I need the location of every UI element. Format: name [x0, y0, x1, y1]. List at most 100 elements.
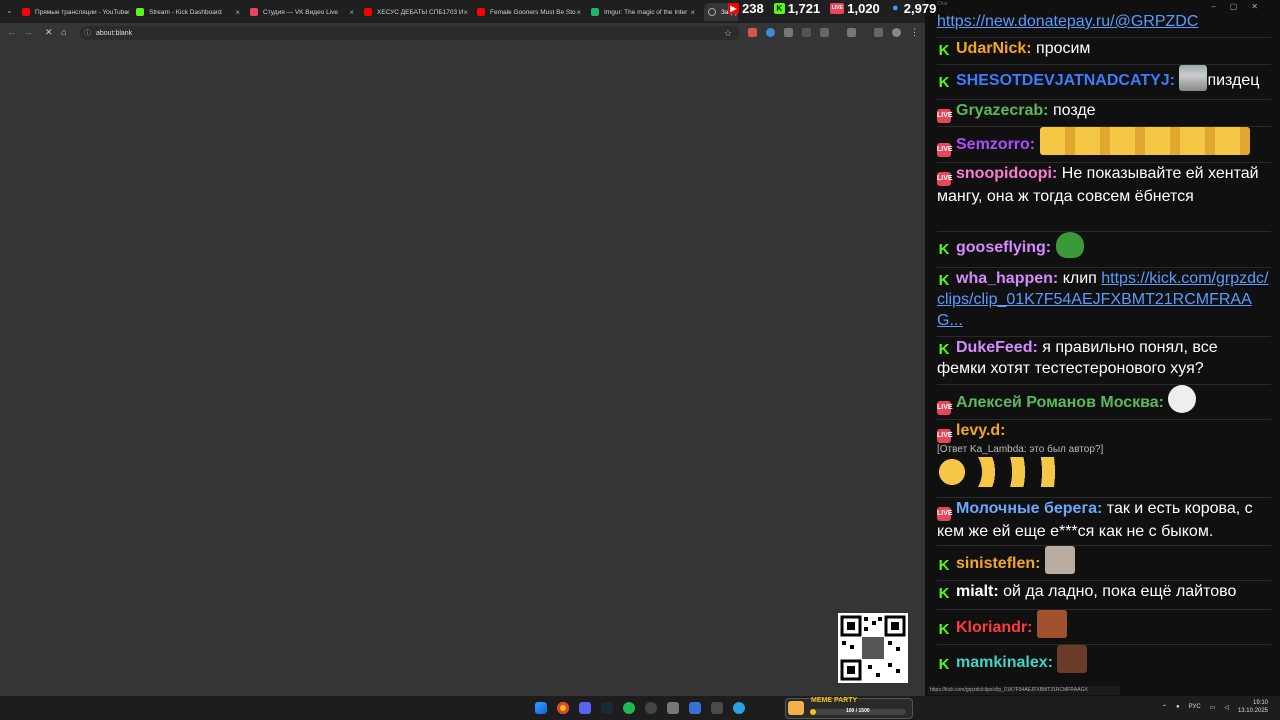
- chat-message: LIVE snoopidoopi: Не показывайте ей хента…: [937, 162, 1271, 207]
- chat-username[interactable]: Semzorro:: [956, 136, 1035, 153]
- chevron-up-icon[interactable]: ⌃: [1162, 704, 1167, 711]
- chat-username[interactable]: snoopidoopi:: [956, 165, 1057, 182]
- extension-icon[interactable]: [748, 28, 757, 37]
- stop-icon[interactable]: ✕: [45, 27, 53, 38]
- tab-kick[interactable]: Stream - Kick Dashboard ×: [136, 3, 242, 21]
- windows-start-icon[interactable]: [535, 702, 547, 714]
- chat-message: LIVE Semzorro:: [937, 126, 1271, 157]
- network-icon[interactable]: ▭: [1210, 704, 1216, 711]
- chat-username[interactable]: Gryazecrab:: [956, 102, 1049, 119]
- bookmark-star-icon[interactable]: ☆: [724, 28, 732, 39]
- tab-youtube[interactable]: Прямые трансляции - YouTube ×: [22, 3, 132, 21]
- close-icon[interactable]: ×: [125, 8, 130, 17]
- meme-party-title: MEME PARTY: [811, 697, 858, 704]
- vk-live-icon: LIVE: [937, 109, 953, 123]
- telegram-icon[interactable]: [733, 702, 745, 714]
- person-icon: ●: [891, 2, 899, 14]
- donate-link[interactable]: https://new.donatepay.ru/@GRPZDC: [937, 13, 1198, 30]
- tab-debates[interactable]: ХЕСУС ДЕБАТЫ СПБ1703 И ×: [364, 3, 470, 21]
- chat-panel: Chat –▢✕ https://new.donatepay.ru/@GRPZD…: [925, 0, 1280, 696]
- kick-icon: K: [938, 656, 950, 673]
- stat-count: 1,020: [847, 1, 880, 16]
- app-icon[interactable]: [711, 702, 723, 714]
- microphone-icon[interactable]: ●: [1176, 704, 1180, 710]
- address-bar[interactable]: ⓘ about:blank ☆: [80, 26, 740, 40]
- tab-title: Female Gooners Must Be Sto: [490, 8, 576, 16]
- kick-icon: K: [938, 557, 950, 574]
- tab-title: Imgur: The magic of the Inter: [604, 8, 688, 16]
- chat-username[interactable]: UdarNick:: [956, 40, 1032, 57]
- vk-live-icon: LIVE: [937, 429, 953, 443]
- obs-icon[interactable]: [645, 702, 657, 714]
- vk-icon: [250, 8, 258, 16]
- site-info-icon[interactable]: ⓘ: [84, 28, 91, 38]
- clock[interactable]: 19:10 13.10.2025: [1238, 699, 1268, 715]
- window-controls[interactable]: –▢✕: [1211, 2, 1272, 11]
- kick-icon: K: [938, 74, 950, 91]
- chat-username[interactable]: Молочные берега:: [956, 500, 1102, 517]
- chat-username[interactable]: levy.d:: [956, 422, 1006, 439]
- chat-username[interactable]: mamkinalex:: [956, 654, 1053, 671]
- spotify-icon[interactable]: [623, 702, 635, 714]
- extension-icon[interactable]: [802, 28, 811, 37]
- chat-username[interactable]: Kloriandr:: [956, 619, 1032, 636]
- blank-page: [0, 43, 925, 696]
- vk-live-icon: LIVE: [830, 3, 845, 14]
- chat-username[interactable]: sinisteflen:: [956, 555, 1040, 572]
- chat-username[interactable]: wha_happen:: [956, 270, 1058, 287]
- extension-icon[interactable]: [784, 28, 793, 37]
- chat-username[interactable]: mialt:: [956, 583, 999, 600]
- chat-message: LIVE levy.d: [Ответ Ka_Lambda: это был ав…: [937, 419, 1271, 487]
- vk-live-icon: LIVE: [937, 143, 953, 157]
- status-url-tooltip: https://kick.com/grpzdc/clips/clip_01K7F…: [928, 686, 1120, 695]
- chat-username[interactable]: SHESOTDEVJATNADCATYJ:: [956, 72, 1175, 89]
- tab-female[interactable]: Female Gooners Must Be Sto ×: [477, 3, 583, 21]
- download-icon[interactable]: [847, 28, 856, 37]
- kick-icon: [136, 8, 144, 16]
- kick-icon: K: [938, 42, 950, 59]
- stat-youtube: ▶ 238: [728, 1, 764, 16]
- chat-title: Chat: [937, 1, 948, 7]
- back-icon[interactable]: ←: [7, 27, 16, 37]
- chat-text: позде: [1052, 102, 1096, 119]
- discord-icon[interactable]: [579, 702, 591, 714]
- steam-icon[interactable]: [601, 702, 613, 714]
- profile-icon[interactable]: [892, 28, 901, 37]
- media-player-icon[interactable]: [689, 702, 701, 714]
- chat-message: Ksinisteflen:: [937, 545, 1271, 574]
- forward-icon[interactable]: →: [24, 27, 33, 37]
- rage-face-emote-icon: [1168, 385, 1197, 413]
- kick-icon: K: [938, 272, 950, 289]
- close-icon[interactable]: ×: [576, 8, 581, 17]
- chat-username[interactable]: Алексей Романов Москва:: [956, 394, 1164, 411]
- chat-username[interactable]: gooseflying:: [956, 239, 1051, 256]
- volume-icon[interactable]: ◁: [1224, 704, 1229, 711]
- vk-live-icon: LIVE: [937, 507, 953, 521]
- language-indicator[interactable]: РУС: [1189, 704, 1201, 710]
- extension-icon[interactable]: [766, 28, 775, 37]
- tab-search-chevron-icon[interactable]: ⌄: [6, 6, 13, 15]
- chrome-icon[interactable]: [557, 702, 569, 714]
- close-icon[interactable]: ×: [349, 8, 354, 17]
- tab-imgur[interactable]: Imgur: The magic of the Inter ×: [591, 3, 697, 21]
- trashcan-emote-icon: [1179, 65, 1208, 91]
- viewer-stats: ▶ 238 K 1,721 LIVE 1,020 ● 2,979: [728, 0, 936, 17]
- system-tray: ⌃ ● РУС ▭ ◁ 19:10 13.10.2025: [1162, 699, 1268, 715]
- imgur-icon: [591, 8, 599, 16]
- face-emote-icon: [1036, 610, 1067, 638]
- app-icon[interactable]: [667, 702, 679, 714]
- cat-emote-icon: [1044, 546, 1075, 574]
- close-icon[interactable]: ×: [235, 8, 240, 17]
- chat-username[interactable]: DukeFeed:: [956, 339, 1038, 356]
- laughing-emote-icon: [937, 457, 1057, 487]
- home-icon[interactable]: ⌂: [61, 27, 66, 37]
- close-icon[interactable]: ×: [690, 8, 695, 17]
- meme-party-widget: MEME PARTY 100 / 1500: [785, 697, 913, 719]
- stat-vk: LIVE 1,020: [830, 1, 880, 16]
- media-icon[interactable]: [874, 28, 883, 37]
- menu-kebab-icon[interactable]: ⋮: [910, 27, 919, 38]
- puzzle-icon[interactable]: [820, 28, 829, 37]
- close-icon[interactable]: ×: [463, 8, 468, 17]
- stat-count: 1,721: [787, 1, 821, 16]
- tab-vk[interactable]: Студия — VK Видео Live ×: [250, 3, 356, 21]
